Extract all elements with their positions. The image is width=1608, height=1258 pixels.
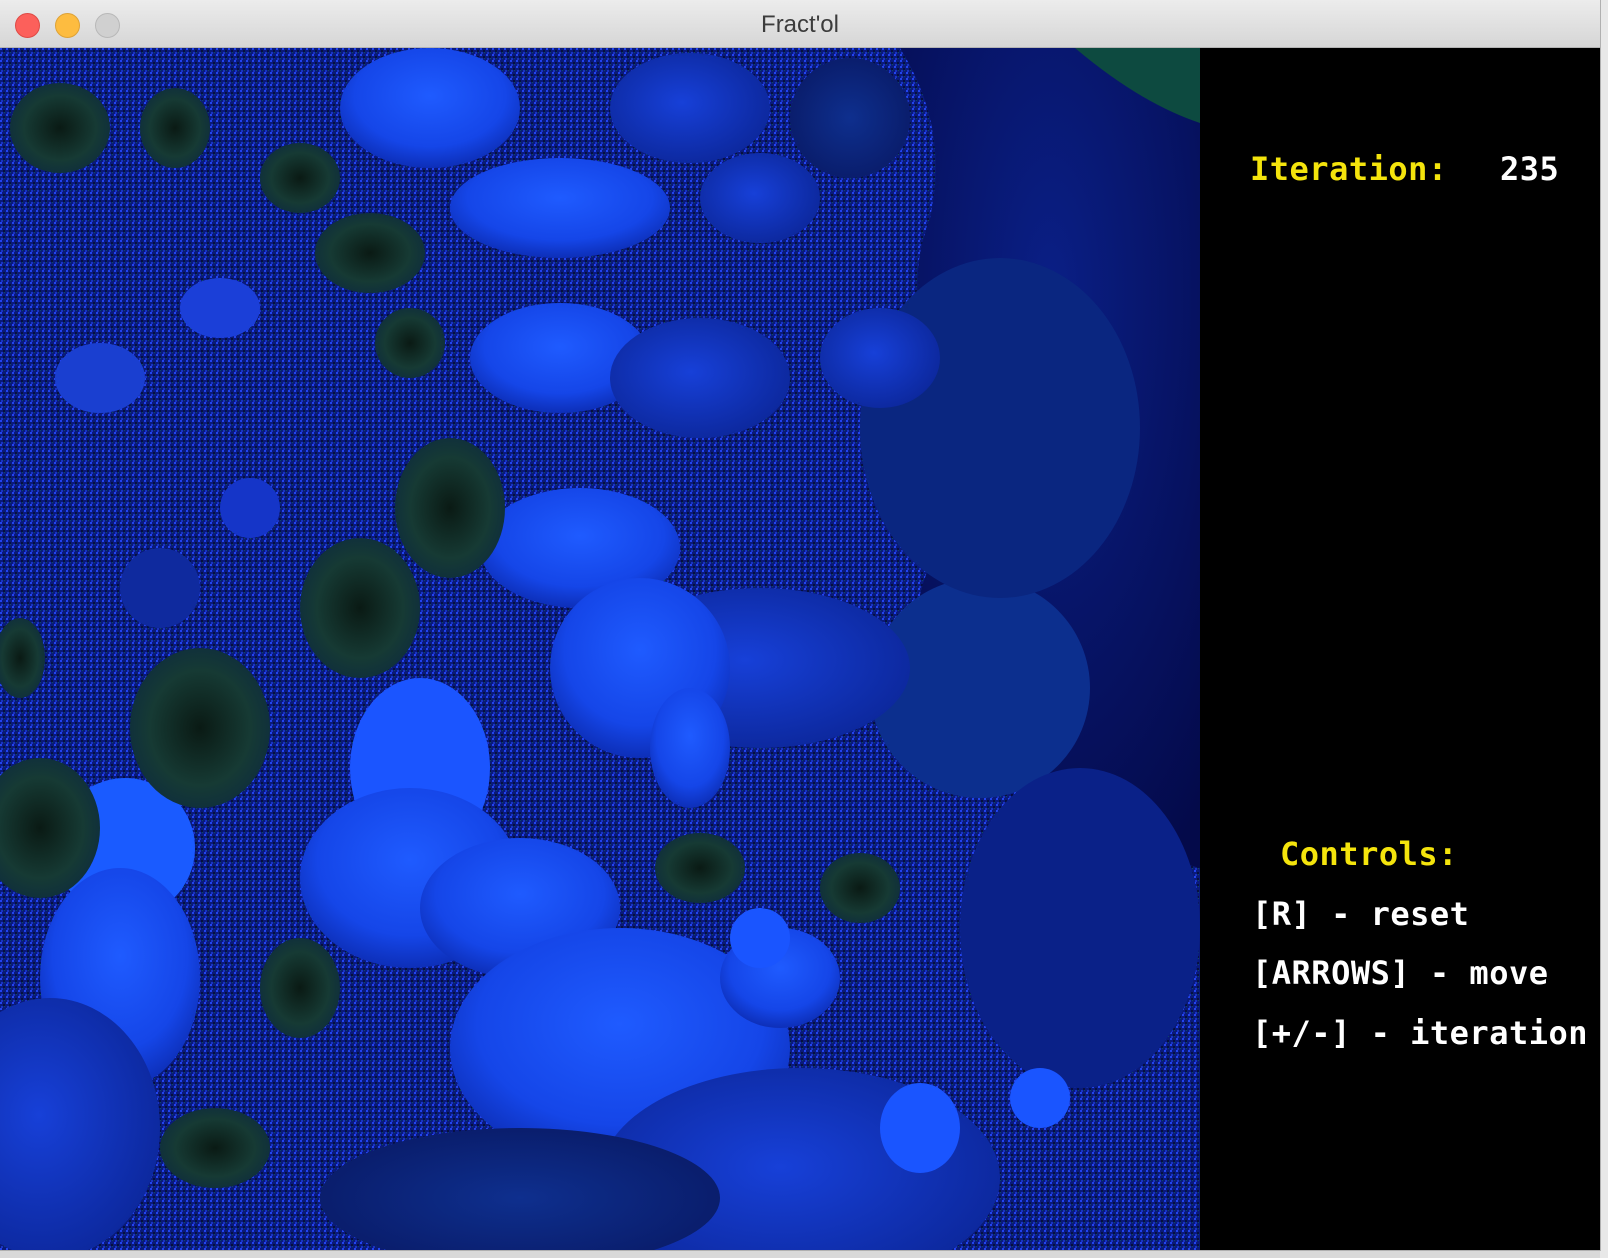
desktop-background (1600, 0, 1608, 1258)
info-panel: Iteration: 235 Controls: [R] - reset [AR… (1200, 48, 1600, 1250)
controls-title: Controls: (1280, 835, 1458, 873)
control-iteration: [+/-] - iteration (1252, 1014, 1589, 1052)
title-bar[interactable]: Fract'ol (0, 0, 1600, 48)
fractol-window: Fract'ol Iteration: 235 Controls: [R] - … (0, 0, 1600, 1250)
fractal-canvas[interactable] (0, 48, 1200, 1250)
control-reset: [R] - reset (1252, 895, 1470, 933)
fractal-render (0, 48, 1200, 1250)
iteration-label: Iteration: (1250, 150, 1448, 188)
window-title: Fract'ol (761, 11, 839, 38)
control-move: [ARROWS] - move (1252, 954, 1549, 992)
iteration-value: 235 (1500, 150, 1560, 188)
